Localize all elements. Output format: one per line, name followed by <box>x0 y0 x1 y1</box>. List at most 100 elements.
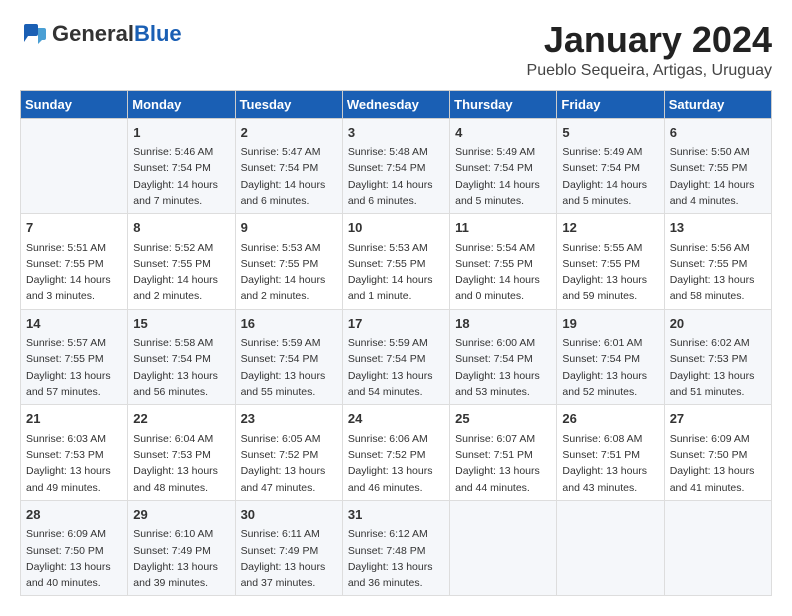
logo-icon <box>20 20 48 48</box>
cell-content: Sunrise: 6:12 AMSunset: 7:48 PMDaylight:… <box>348 526 444 591</box>
calendar-cell: 2Sunrise: 5:47 AMSunset: 7:54 PMDaylight… <box>235 118 342 214</box>
calendar-cell: 10Sunrise: 5:53 AMSunset: 7:55 PMDayligh… <box>342 214 449 310</box>
cell-content: Sunrise: 6:05 AMSunset: 7:52 PMDaylight:… <box>241 431 337 496</box>
column-header-saturday: Saturday <box>664 90 771 118</box>
calendar-cell: 5Sunrise: 5:49 AMSunset: 7:54 PMDaylight… <box>557 118 664 214</box>
calendar-cell: 1Sunrise: 5:46 AMSunset: 7:54 PMDaylight… <box>128 118 235 214</box>
column-header-tuesday: Tuesday <box>235 90 342 118</box>
day-number: 6 <box>670 123 766 143</box>
calendar-cell: 22Sunrise: 6:04 AMSunset: 7:53 PMDayligh… <box>128 405 235 501</box>
day-number: 11 <box>455 218 551 238</box>
location: Pueblo Sequeira, Artigas, Uruguay <box>527 62 772 80</box>
cell-content: Sunrise: 5:54 AMSunset: 7:55 PMDaylight:… <box>455 240 551 305</box>
calendar-cell: 9Sunrise: 5:53 AMSunset: 7:55 PMDaylight… <box>235 214 342 310</box>
day-number: 10 <box>348 218 444 238</box>
calendar-cell: 31Sunrise: 6:12 AMSunset: 7:48 PMDayligh… <box>342 500 449 596</box>
column-header-thursday: Thursday <box>450 90 557 118</box>
cell-content: Sunrise: 5:53 AMSunset: 7:55 PMDaylight:… <box>241 240 337 305</box>
calendar-cell: 29Sunrise: 6:10 AMSunset: 7:49 PMDayligh… <box>128 500 235 596</box>
calendar-cell: 21Sunrise: 6:03 AMSunset: 7:53 PMDayligh… <box>21 405 128 501</box>
day-number: 28 <box>26 505 122 525</box>
day-number: 17 <box>348 314 444 334</box>
calendar-cell <box>21 118 128 214</box>
day-number: 14 <box>26 314 122 334</box>
cell-content: Sunrise: 5:46 AMSunset: 7:54 PMDaylight:… <box>133 144 229 209</box>
calendar-cell: 13Sunrise: 5:56 AMSunset: 7:55 PMDayligh… <box>664 214 771 310</box>
day-number: 21 <box>26 409 122 429</box>
day-number: 29 <box>133 505 229 525</box>
column-header-monday: Monday <box>128 90 235 118</box>
calendar-header: SundayMondayTuesdayWednesdayThursdayFrid… <box>21 90 772 118</box>
cell-content: Sunrise: 6:08 AMSunset: 7:51 PMDaylight:… <box>562 431 658 496</box>
day-number: 23 <box>241 409 337 429</box>
day-number: 22 <box>133 409 229 429</box>
day-number: 31 <box>348 505 444 525</box>
day-number: 18 <box>455 314 551 334</box>
calendar-cell: 17Sunrise: 5:59 AMSunset: 7:54 PMDayligh… <box>342 309 449 405</box>
calendar-cell: 30Sunrise: 6:11 AMSunset: 7:49 PMDayligh… <box>235 500 342 596</box>
cell-content: Sunrise: 5:47 AMSunset: 7:54 PMDaylight:… <box>241 144 337 209</box>
cell-content: Sunrise: 6:11 AMSunset: 7:49 PMDaylight:… <box>241 526 337 591</box>
calendar-table: SundayMondayTuesdayWednesdayThursdayFrid… <box>20 90 772 597</box>
cell-content: Sunrise: 5:57 AMSunset: 7:55 PMDaylight:… <box>26 335 122 400</box>
cell-content: Sunrise: 6:01 AMSunset: 7:54 PMDaylight:… <box>562 335 658 400</box>
logo: GeneralBlue <box>20 20 182 48</box>
cell-content: Sunrise: 5:52 AMSunset: 7:55 PMDaylight:… <box>133 240 229 305</box>
cell-content: Sunrise: 5:48 AMSunset: 7:54 PMDaylight:… <box>348 144 444 209</box>
calendar-cell: 23Sunrise: 6:05 AMSunset: 7:52 PMDayligh… <box>235 405 342 501</box>
cell-content: Sunrise: 6:07 AMSunset: 7:51 PMDaylight:… <box>455 431 551 496</box>
calendar-cell: 16Sunrise: 5:59 AMSunset: 7:54 PMDayligh… <box>235 309 342 405</box>
calendar-cell: 6Sunrise: 5:50 AMSunset: 7:55 PMDaylight… <box>664 118 771 214</box>
calendar-cell: 8Sunrise: 5:52 AMSunset: 7:55 PMDaylight… <box>128 214 235 310</box>
cell-content: Sunrise: 5:59 AMSunset: 7:54 PMDaylight:… <box>348 335 444 400</box>
calendar-cell: 26Sunrise: 6:08 AMSunset: 7:51 PMDayligh… <box>557 405 664 501</box>
day-number: 5 <box>562 123 658 143</box>
calendar-cell: 3Sunrise: 5:48 AMSunset: 7:54 PMDaylight… <box>342 118 449 214</box>
cell-content: Sunrise: 5:50 AMSunset: 7:55 PMDaylight:… <box>670 144 766 209</box>
column-header-wednesday: Wednesday <box>342 90 449 118</box>
day-number: 4 <box>455 123 551 143</box>
day-number: 2 <box>241 123 337 143</box>
cell-content: Sunrise: 5:49 AMSunset: 7:54 PMDaylight:… <box>562 144 658 209</box>
day-number: 25 <box>455 409 551 429</box>
day-number: 26 <box>562 409 658 429</box>
day-number: 27 <box>670 409 766 429</box>
day-number: 20 <box>670 314 766 334</box>
cell-content: Sunrise: 5:59 AMSunset: 7:54 PMDaylight:… <box>241 335 337 400</box>
calendar-cell: 14Sunrise: 5:57 AMSunset: 7:55 PMDayligh… <box>21 309 128 405</box>
day-number: 9 <box>241 218 337 238</box>
month-title: January 2024 <box>527 20 772 60</box>
calendar-cell <box>557 500 664 596</box>
cell-content: Sunrise: 5:56 AMSunset: 7:55 PMDaylight:… <box>670 240 766 305</box>
cell-content: Sunrise: 6:03 AMSunset: 7:53 PMDaylight:… <box>26 431 122 496</box>
cell-content: Sunrise: 5:53 AMSunset: 7:55 PMDaylight:… <box>348 240 444 305</box>
calendar-cell: 4Sunrise: 5:49 AMSunset: 7:54 PMDaylight… <box>450 118 557 214</box>
logo-general-text: General <box>52 21 134 46</box>
day-number: 13 <box>670 218 766 238</box>
calendar-cell: 7Sunrise: 5:51 AMSunset: 7:55 PMDaylight… <box>21 214 128 310</box>
page-header: GeneralBlue January 2024 Pueblo Sequeira… <box>20 20 772 80</box>
calendar-cell: 11Sunrise: 5:54 AMSunset: 7:55 PMDayligh… <box>450 214 557 310</box>
calendar-cell: 15Sunrise: 5:58 AMSunset: 7:54 PMDayligh… <box>128 309 235 405</box>
week-row-1: 1Sunrise: 5:46 AMSunset: 7:54 PMDaylight… <box>21 118 772 214</box>
week-row-2: 7Sunrise: 5:51 AMSunset: 7:55 PMDaylight… <box>21 214 772 310</box>
day-number: 15 <box>133 314 229 334</box>
day-number: 3 <box>348 123 444 143</box>
week-row-4: 21Sunrise: 6:03 AMSunset: 7:53 PMDayligh… <box>21 405 772 501</box>
cell-content: Sunrise: 6:06 AMSunset: 7:52 PMDaylight:… <box>348 431 444 496</box>
calendar-cell: 18Sunrise: 6:00 AMSunset: 7:54 PMDayligh… <box>450 309 557 405</box>
week-row-3: 14Sunrise: 5:57 AMSunset: 7:55 PMDayligh… <box>21 309 772 405</box>
cell-content: Sunrise: 5:58 AMSunset: 7:54 PMDaylight:… <box>133 335 229 400</box>
day-number: 1 <box>133 123 229 143</box>
calendar-cell: 25Sunrise: 6:07 AMSunset: 7:51 PMDayligh… <box>450 405 557 501</box>
day-number: 19 <box>562 314 658 334</box>
cell-content: Sunrise: 5:49 AMSunset: 7:54 PMDaylight:… <box>455 144 551 209</box>
calendar-body: 1Sunrise: 5:46 AMSunset: 7:54 PMDaylight… <box>21 118 772 596</box>
calendar-cell: 20Sunrise: 6:02 AMSunset: 7:53 PMDayligh… <box>664 309 771 405</box>
cell-content: Sunrise: 6:02 AMSunset: 7:53 PMDaylight:… <box>670 335 766 400</box>
cell-content: Sunrise: 6:09 AMSunset: 7:50 PMDaylight:… <box>26 526 122 591</box>
column-header-friday: Friday <box>557 90 664 118</box>
calendar-cell <box>664 500 771 596</box>
calendar-cell: 19Sunrise: 6:01 AMSunset: 7:54 PMDayligh… <box>557 309 664 405</box>
day-number: 7 <box>26 218 122 238</box>
